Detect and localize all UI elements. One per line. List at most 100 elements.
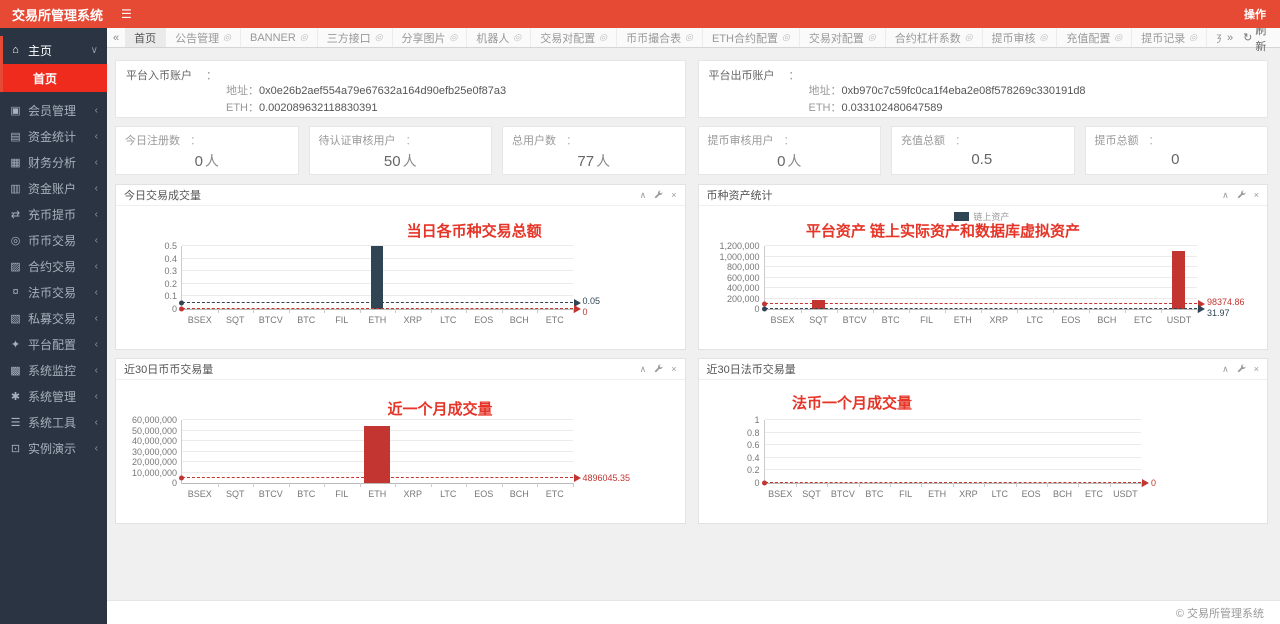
tab[interactable]: 机器人 ◎	[467, 28, 531, 47]
footer: © 交易所管理系统	[107, 600, 1280, 624]
tabs-scroll-left-icon[interactable]: «	[107, 28, 125, 47]
marrow	[574, 474, 581, 482]
ylab: 0.4	[747, 453, 760, 463]
tab-close-icon[interactable]: ◎	[965, 32, 973, 43]
sidebar-item-label: 合约交易	[28, 258, 76, 275]
system-monitor-icon: ▩	[9, 364, 22, 377]
settings-wrench-icon[interactable]	[1237, 190, 1246, 201]
xlab: FIL	[920, 315, 933, 325]
xtick	[431, 309, 432, 313]
tab[interactable]: 首页	[125, 28, 166, 47]
chevron-icon: ‹	[95, 365, 98, 376]
tab-close-icon[interactable]: ◎	[450, 32, 458, 43]
tab[interactable]: ETH合约配置 ◎	[703, 28, 800, 47]
xtick	[909, 309, 910, 313]
tab-close-icon[interactable]: ◎	[1040, 32, 1048, 43]
sidebar-item[interactable]: ⌂ 主页 ∨	[0, 36, 107, 64]
settings-wrench-icon[interactable]	[654, 364, 663, 375]
account-title: 平台入币账户	[126, 70, 192, 82]
sidebar-item[interactable]: ⊡ 实例演示 ‹	[0, 435, 107, 461]
settings-wrench-icon[interactable]	[654, 190, 663, 201]
grid	[765, 277, 1198, 278]
tab[interactable]: 提币审核 ◎	[983, 28, 1058, 47]
menu-toggle-icon[interactable]: ☰	[121, 7, 132, 21]
xlab: SQT	[226, 489, 245, 499]
sidebar-item[interactable]: ☰ 系统工具 ‹	[0, 409, 107, 435]
sidebar-item[interactable]: ▩ 系统监控 ‹	[0, 357, 107, 383]
tab[interactable]: 分享图片 ◎	[393, 28, 468, 47]
ylab: 1	[754, 415, 759, 425]
sidebar-item[interactable]: ▨ 合约交易 ‹	[0, 253, 107, 279]
marrow	[574, 305, 581, 313]
sidebar-item-label: 充币提币	[28, 206, 76, 223]
tab[interactable]: 公告管理 ◎	[166, 28, 241, 47]
sidebar-item[interactable]: ⇄ 充币提币 ‹	[0, 201, 107, 227]
tab[interactable]: 三方接口 ◎	[318, 28, 393, 47]
tab[interactable]: 交易对配置 ◎	[531, 28, 617, 47]
settings-wrench-icon[interactable]	[1237, 364, 1246, 375]
collapse-icon[interactable]: ∧	[1222, 365, 1229, 374]
xtick	[466, 309, 467, 313]
tab-close-icon[interactable]: ◎	[375, 32, 383, 43]
close-icon[interactable]: ×	[1254, 365, 1259, 374]
stat-card: 今日注册数： 0人	[115, 126, 299, 175]
mlab: 0.05	[583, 296, 601, 306]
coin-trade-icon: ◎	[9, 234, 22, 247]
panel-header: 近30日法币交易量 ∧ ×	[699, 359, 1268, 380]
tab-close-icon[interactable]: ◎	[599, 32, 607, 43]
tab[interactable]: BANNER ◎	[241, 28, 318, 47]
close-icon[interactable]: ×	[1254, 191, 1259, 200]
sidebar-item[interactable]: 首页	[0, 64, 107, 92]
sidebar-item[interactable]: ✦ 平台配置 ‹	[0, 331, 107, 357]
chevron-icon: ‹	[95, 131, 98, 142]
mlab: 0	[583, 307, 588, 317]
tab[interactable]: 币币撮合表 ◎	[617, 28, 703, 47]
sidebar-item[interactable]: ¤ 法币交易 ‹	[0, 279, 107, 305]
tab-close-icon[interactable]: ◎	[1114, 32, 1122, 43]
chevron-icon: ‹	[95, 287, 98, 298]
tab-label: 提币审核	[992, 30, 1036, 46]
sidebar-item[interactable]: ▣ 会员管理 ‹	[0, 97, 107, 123]
xlab: XRP	[990, 315, 1009, 325]
tab[interactable]: 充值配置 ◎	[1057, 28, 1132, 47]
stat-value: 0	[195, 153, 203, 170]
tab-close-icon[interactable]: ◎	[868, 32, 876, 43]
sidebar-item[interactable]: ✱ 系统管理 ‹	[0, 383, 107, 409]
xtick	[981, 309, 982, 313]
action-menu-button[interactable]: 操作	[1244, 6, 1280, 22]
chart: 00.20.40.60.81BSEXSQTBTCVBTCFILETHXRPLTC…	[699, 380, 1268, 523]
tabs-scroll-right-icon[interactable]: »	[1221, 32, 1239, 44]
tab-close-icon[interactable]: ◎	[300, 32, 308, 43]
close-icon[interactable]: ×	[671, 191, 676, 200]
tab-close-icon[interactable]: ◎	[782, 32, 790, 43]
collapse-icon[interactable]: ∧	[1222, 191, 1229, 200]
xtick	[1017, 309, 1018, 313]
main-content: 平台入币账户： 地址：0x0e26b2aef554a79e67632a164d9…	[107, 48, 1280, 600]
xtick	[837, 309, 838, 313]
xlab: BCH	[1097, 315, 1116, 325]
sidebar-item[interactable]: ▥ 资金账户 ‹	[0, 175, 107, 201]
sidebar-item[interactable]: ▦ 财务分析 ‹	[0, 149, 107, 175]
tab[interactable]: 充币记录 ◎	[1207, 28, 1221, 47]
address-label: 地址：	[226, 85, 259, 97]
sidebar-item[interactable]: ◎ 币币交易 ‹	[0, 227, 107, 253]
fiat-trade-icon: ¤	[9, 286, 22, 298]
tab-close-icon[interactable]: ◎	[223, 32, 231, 43]
xtick	[253, 309, 254, 313]
sidebar-item[interactable]: ▤ 资金统计 ‹	[0, 123, 107, 149]
mdot	[179, 475, 184, 480]
tab-close-icon[interactable]: ◎	[685, 32, 693, 43]
collapse-icon[interactable]: ∧	[640, 191, 647, 200]
tab-close-icon[interactable]: ◎	[1189, 32, 1197, 43]
tab[interactable]: 交易对配置 ◎	[800, 28, 886, 47]
xtick	[324, 309, 325, 313]
chevron-icon: ‹	[95, 235, 98, 246]
xtick	[1016, 483, 1017, 487]
sidebar-item[interactable]: ▧ 私募交易 ‹	[0, 305, 107, 331]
tab[interactable]: 提币记录 ◎	[1132, 28, 1207, 47]
mlab: 31.97	[1207, 308, 1230, 318]
tab-close-icon[interactable]: ◎	[513, 32, 521, 43]
collapse-icon[interactable]: ∧	[640, 365, 647, 374]
close-icon[interactable]: ×	[671, 365, 676, 374]
tab[interactable]: 合约杠杆系数 ◎	[886, 28, 983, 47]
